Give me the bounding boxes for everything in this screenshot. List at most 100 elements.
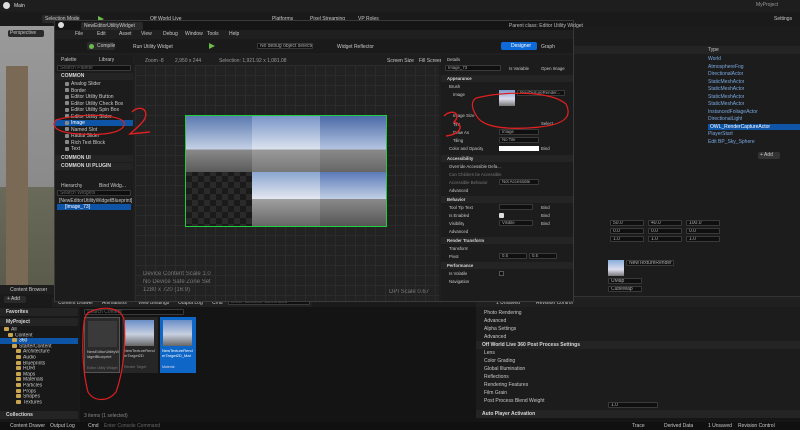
post-row-reflections[interactable]: Reflections (476, 373, 800, 381)
menu-view[interactable]: View (141, 31, 152, 37)
is-enabled-bind-button[interactable]: Bind (541, 213, 550, 218)
outliner-row-type[interactable]: World (708, 56, 721, 62)
status-unsaved[interactable]: 1 Unsaved (708, 423, 732, 429)
settings-button[interactable]: Settings (774, 16, 792, 22)
is-variable-checkbox[interactable]: Is Variable (509, 66, 529, 71)
visibility-bind-button[interactable]: Bind (541, 221, 550, 226)
outliner-row-type[interactable]: DirectionalActor (708, 71, 743, 77)
play-icon[interactable] (209, 43, 215, 49)
menu-window[interactable]: Window (185, 31, 203, 37)
status-cmd[interactable]: Cmd (88, 423, 99, 429)
post-row-global-illumination[interactable]: Global Illumination (476, 365, 800, 373)
outliner-row-type[interactable]: DirectionalLight (708, 116, 742, 122)
outliner-row-type[interactable]: OWL_RenderCaptureActor (708, 123, 800, 130)
outliner-row-type[interactable]: StaticMeshActor (708, 101, 744, 107)
menu-tools[interactable]: Tools (207, 31, 219, 37)
palette-item-editor-utility-slider[interactable]: Editor Utility Slider (55, 114, 133, 120)
section-behavior[interactable]: Behavior (441, 196, 573, 203)
debug-object-select[interactable]: No debug object selected (257, 43, 313, 49)
details-add-button[interactable]: + Add (758, 152, 780, 159)
location-y[interactable]: 40.0 (648, 220, 682, 226)
status-content-drawer[interactable]: Content Drawer (10, 423, 45, 429)
outliner-row-type[interactable]: InstancedFoliageActor (708, 109, 758, 115)
status-output-log[interactable]: Output Log (50, 423, 75, 429)
palette-item-editor-utility-spin-box[interactable]: Editor Utility Spin Box (55, 107, 133, 113)
editor-tab[interactable]: NewEditorUtilityWidget (81, 22, 143, 30)
capture-type-select[interactable]: UMap (608, 278, 642, 284)
palette-common-header[interactable]: COMMON (55, 73, 133, 80)
pivot-y-field[interactable]: 0.5 (529, 253, 557, 259)
widget-reflector-button[interactable]: Widget Reflector (337, 44, 374, 50)
tab-details[interactable]: Details (447, 57, 460, 62)
menu-file[interactable]: File (75, 31, 83, 37)
status-derived-data[interactable]: Derived Data (664, 423, 693, 429)
transform-label[interactable]: Transform (449, 246, 468, 251)
widget-name-field[interactable]: Image_73 (445, 65, 501, 71)
folder-textures[interactable]: Textures (0, 399, 78, 406)
rotation-x[interactable]: 0.0 (610, 228, 644, 234)
palette-item-text[interactable]: Text (55, 146, 133, 152)
menu-asset[interactable]: Asset (119, 31, 132, 37)
outliner-row-type[interactable]: Edit BP_Sky_Sphere (708, 139, 755, 145)
outliner-row-type[interactable]: StaticMeshActor (708, 79, 744, 85)
tab-hierarchy[interactable]: Hierarchy (61, 183, 82, 189)
hierarchy-image-node[interactable]: [Image_73] (57, 204, 131, 210)
palette-common-ui-header[interactable]: COMMON UI (55, 155, 133, 162)
visibility-select[interactable]: Visible (499, 220, 533, 226)
color-swatch[interactable] (499, 146, 539, 151)
brush-asset-select[interactable]: NewTextureRender... (517, 90, 565, 96)
rotation-y[interactable]: 0.0 (648, 228, 682, 234)
tint-select-button[interactable]: Select (541, 121, 553, 126)
menu-debug[interactable]: Debug (163, 31, 178, 37)
tooltip-bind-button[interactable]: Bind (541, 205, 550, 210)
designer-canvas[interactable]: Zoom -8 2,950 x 244 Selection: 1,921.92 … (135, 55, 443, 301)
brush-thumbnail[interactable] (499, 90, 515, 106)
asset-tile-render-target[interactable]: NewTextureRenderTarget2D Render Target (122, 317, 158, 373)
scale-y[interactable]: 1.0 (648, 236, 682, 242)
accessible-behavior-select[interactable]: Not Accessible (499, 179, 539, 185)
screen-size-select[interactable]: Screen Size (387, 58, 414, 64)
post-row-alpha-settings[interactable]: Alpha Settings (476, 325, 800, 333)
post-row-lens[interactable]: Lens (476, 349, 800, 357)
palette-item-editor-utility-check-box[interactable]: Editor Utility Check Box (55, 101, 133, 107)
project-header[interactable]: MyProject (0, 318, 78, 326)
status-revision-control[interactable]: Revision Control (738, 423, 775, 429)
pivot-x-field[interactable]: 0.5 (499, 253, 527, 259)
palette-common-ui-plugin-header[interactable]: COMMON UI PLUGIN (55, 163, 133, 170)
palette-item-analog-slider[interactable]: Analog Slider (55, 81, 133, 87)
outliner-row-type[interactable]: StaticMeshActor (708, 86, 744, 92)
graph-button[interactable]: Graph (541, 44, 555, 50)
section-performance[interactable]: Performance (441, 262, 573, 269)
favorites-header[interactable]: Favorites (0, 308, 78, 316)
designer-button[interactable]: Designer (501, 42, 537, 50)
is-enabled-checkbox[interactable] (499, 213, 504, 218)
draw-as-select[interactable]: Image (499, 129, 539, 135)
post-blend-weight-value[interactable]: 1.0 (608, 402, 658, 408)
render-target-name[interactable]: NewTextureRenderTarget2D (626, 260, 674, 266)
asset-tile-material[interactable]: NewTextureRenderTarget2D_Mat Material (160, 317, 196, 373)
section-render-transform[interactable]: Render Transform (441, 237, 573, 244)
cb-search-input[interactable]: Search Content (84, 309, 184, 315)
projection-select[interactable]: CubeMap (608, 286, 642, 292)
post-row-color-grading[interactable]: Color Grading (476, 357, 800, 365)
section-accessibility[interactable]: Accessibility (441, 155, 573, 162)
auto-player-section[interactable]: Auto Player Activation (476, 410, 800, 418)
menu-edit[interactable]: Edit (97, 31, 106, 37)
tab-palette[interactable]: Palette (61, 57, 77, 63)
tiling-select[interactable]: No Tile (499, 137, 539, 143)
palette-item-rich-text-block[interactable]: Rich Text Block (55, 140, 133, 146)
location-z[interactable]: 100.0 (686, 220, 720, 226)
palette-item-radial-slider[interactable]: Radial Slider (55, 133, 133, 139)
tooltip-text-field[interactable] (499, 204, 533, 210)
post-row-photo-rendering[interactable]: Photo Rendering (476, 309, 800, 317)
location-x[interactable]: 50.0 (610, 220, 644, 226)
palette-search[interactable]: Search Palette (57, 65, 131, 71)
outliner-row-type[interactable]: StaticMeshActor (708, 94, 744, 100)
menu-help[interactable]: Help (229, 31, 239, 37)
post-row-advanced[interactable]: Advanced (476, 317, 800, 325)
behavior-advanced[interactable]: Advanced (449, 229, 468, 234)
main-tab-title[interactable]: Main (14, 3, 25, 9)
tab-library[interactable]: Library (99, 57, 114, 63)
accessibility-advanced[interactable]: Advanced (449, 188, 468, 193)
outliner-row-type[interactable]: PlayerStart (708, 131, 733, 137)
